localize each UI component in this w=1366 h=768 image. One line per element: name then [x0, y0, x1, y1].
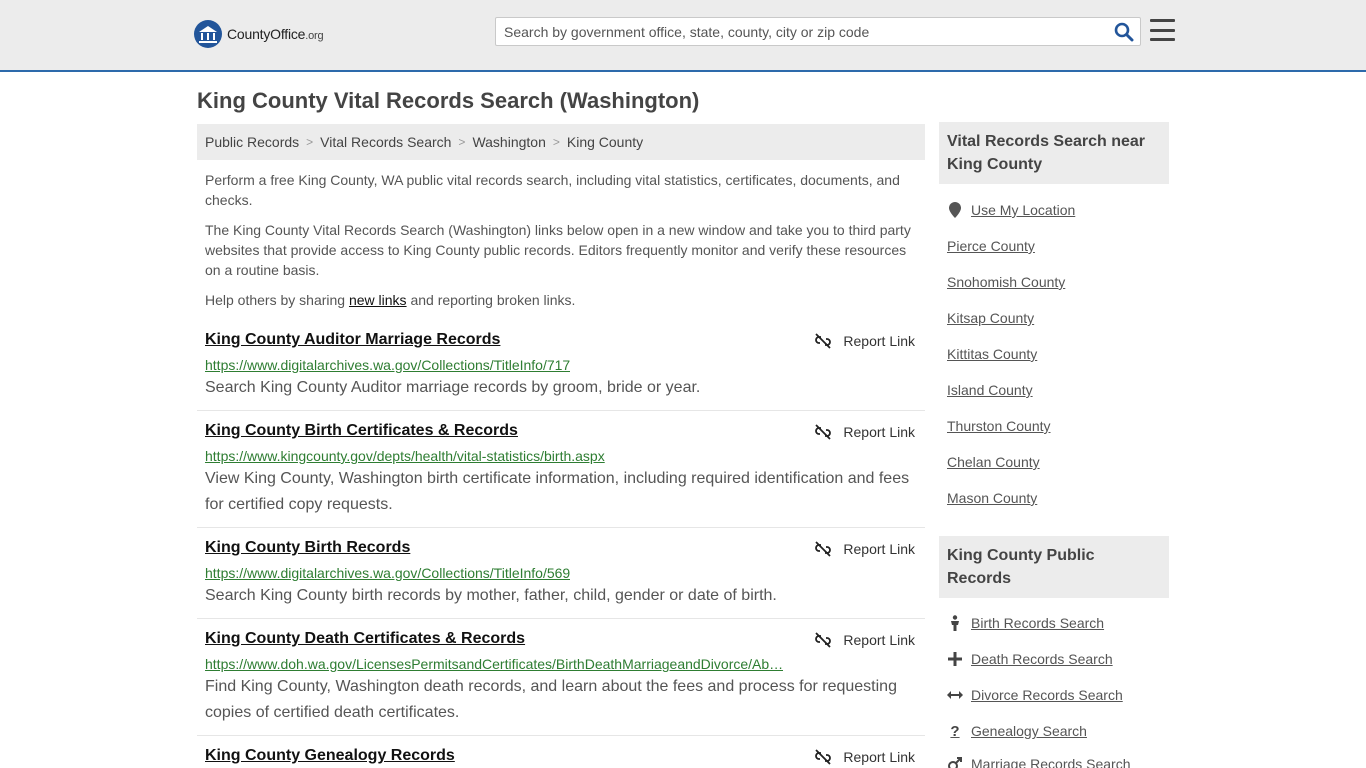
nearby-county-link[interactable]: Chelan County	[947, 454, 1040, 470]
result-url-link[interactable]: https://www.digitalarchives.wa.gov/Colle…	[205, 357, 570, 373]
result-description: Search King County Auditor marriage reco…	[205, 379, 701, 396]
breadcrumb-separator: >	[306, 135, 314, 149]
report-link-button[interactable]: Report Link	[815, 333, 915, 349]
death-records-search-label: Death Records Search	[971, 651, 1113, 667]
nearby-county-link[interactable]: Thurston County	[947, 418, 1051, 434]
breadcrumb-separator: >	[458, 135, 466, 149]
breadcrumb-king-county[interactable]: King County	[567, 134, 643, 150]
result-description: Search King County birth records by moth…	[205, 587, 777, 604]
breadcrumb: Public Records > Vital Records Search > …	[197, 124, 925, 160]
report-link-label: Report Link	[843, 749, 915, 765]
logo-text: CountyOffice.org	[227, 26, 324, 42]
broken-link-icon	[815, 424, 832, 440]
nearby-county-link[interactable]: Kitsap County	[947, 310, 1034, 326]
logo-badge-icon	[194, 20, 222, 48]
report-link-label: Report Link	[843, 424, 915, 440]
gender-icon	[947, 756, 963, 768]
nearby-county-link[interactable]: Pierce County	[947, 238, 1035, 254]
result-description: Find King County, Washington death recor…	[205, 678, 897, 721]
intro-paragraph-2: The King County Vital Records Search (Wa…	[205, 222, 911, 278]
broken-link-icon	[815, 632, 832, 648]
split-arrows-icon	[947, 687, 963, 703]
nearby-county-link[interactable]: Island County	[947, 382, 1033, 398]
site-header: CountyOffice.org	[0, 0, 1366, 72]
question-icon: ?	[950, 722, 960, 740]
logo-suffix: .org	[305, 30, 324, 42]
result-item: King County Birth Records Report Link ht…	[197, 539, 925, 619]
sidebar-nearby-heading: Vital Records Search near King County	[939, 122, 1169, 184]
divorce-records-search-link[interactable]: Divorce Records Search	[947, 687, 1123, 703]
result-item: King County Genealogy Records Report Lin…	[197, 747, 925, 768]
result-item: King County Auditor Marriage Records Rep…	[197, 331, 925, 411]
new-links-link[interactable]: new links	[349, 292, 407, 308]
report-link-label: Report Link	[843, 632, 915, 648]
result-item: King County Death Certificates & Records…	[197, 630, 925, 736]
intro-share-text: Help others by sharing	[205, 292, 349, 308]
sidebar-public-records-heading: King County Public Records	[939, 536, 1169, 598]
logo-name: CountyOffice	[227, 26, 306, 42]
marriage-records-search-label: Marriage Records Search	[971, 756, 1131, 768]
result-url-link[interactable]: https://www.kingcounty.gov/depts/health/…	[205, 448, 605, 464]
birth-records-search-link[interactable]: Birth Records Search	[947, 615, 1104, 631]
result-url-link[interactable]: https://www.digitalarchives.wa.gov/Colle…	[205, 565, 570, 581]
report-link-button[interactable]: Report Link	[815, 424, 915, 440]
nearby-county-link[interactable]: Snohomish County	[947, 274, 1065, 290]
report-link-label: Report Link	[843, 541, 915, 557]
person-icon	[947, 615, 963, 631]
search-box	[495, 17, 1141, 46]
death-records-search-link[interactable]: Death Records Search	[947, 651, 1113, 667]
marriage-records-search-link[interactable]: Marriage Records Search	[947, 756, 1131, 768]
broken-link-icon	[815, 333, 832, 349]
result-url-link[interactable]: https://www.doh.wa.gov/LicensesPermitsan…	[205, 656, 783, 672]
breadcrumb-public-records[interactable]: Public Records	[205, 134, 299, 150]
genealogy-search-link[interactable]: ? Genealogy Search	[947, 722, 1087, 740]
result-title-link[interactable]: King County Birth Records	[205, 539, 410, 557]
report-link-button[interactable]: Report Link	[815, 632, 915, 648]
cross-icon	[947, 651, 963, 667]
birth-records-search-label: Birth Records Search	[971, 615, 1105, 631]
use-my-location-label: Use My Location	[971, 202, 1076, 218]
page-title: King County Vital Records Search (Washin…	[197, 88, 700, 113]
report-link-button[interactable]: Report Link	[815, 749, 915, 765]
map-pin-icon	[947, 202, 963, 218]
result-description: View King County, Washington birth certi…	[205, 470, 910, 513]
broken-link-icon	[815, 541, 832, 557]
broken-link-icon	[815, 749, 832, 765]
nearby-county-link[interactable]: Mason County	[947, 490, 1037, 506]
result-title-link[interactable]: King County Genealogy Records	[205, 747, 455, 765]
search-icon[interactable]	[1114, 22, 1134, 42]
breadcrumb-vital-records[interactable]: Vital Records Search	[320, 134, 451, 150]
report-link-button[interactable]: Report Link	[815, 541, 915, 557]
intro-report-text: and reporting broken links.	[406, 292, 576, 308]
site-logo[interactable]: CountyOffice.org	[194, 20, 324, 48]
result-title-link[interactable]: King County Birth Certificates & Records	[205, 422, 518, 440]
result-title-link[interactable]: King County Death Certificates & Records	[205, 630, 525, 648]
use-my-location-link[interactable]: Use My Location	[947, 202, 1075, 218]
divorce-records-search-label: Divorce Records Search	[971, 687, 1123, 703]
result-item: King County Birth Certificates & Records…	[197, 422, 925, 528]
nearby-county-link[interactable]: Kittitas County	[947, 346, 1037, 362]
search-input[interactable]	[496, 18, 1106, 45]
report-link-label: Report Link	[843, 333, 915, 349]
genealogy-search-label: Genealogy Search	[971, 723, 1087, 739]
result-title-link[interactable]: King County Auditor Marriage Records	[205, 331, 500, 349]
breadcrumb-washington[interactable]: Washington	[472, 134, 545, 150]
intro-paragraph-3: Help others by sharing new links and rep…	[205, 290, 915, 310]
breadcrumb-separator: >	[552, 135, 560, 149]
intro-paragraph-1: Perform a free King County, WA public vi…	[205, 172, 900, 208]
hamburger-menu-icon[interactable]	[1150, 19, 1175, 41]
